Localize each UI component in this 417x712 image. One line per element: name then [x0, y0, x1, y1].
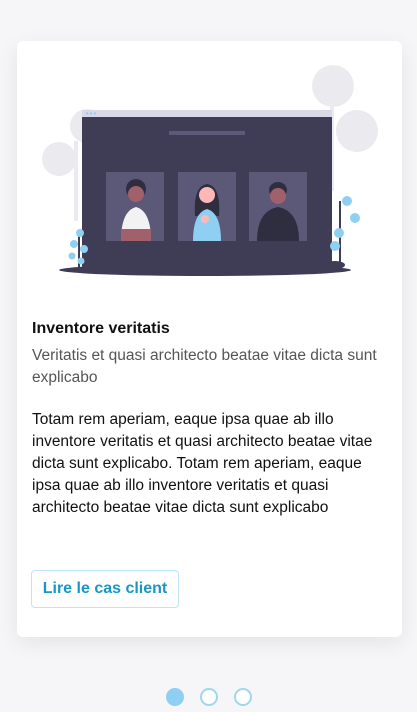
case-study-card: Inventore veritatis Veritatis et quasi a…: [17, 41, 402, 637]
card-title: Inventore veritatis: [32, 320, 170, 337]
carousel-dot-3[interactable]: [233, 688, 252, 706]
case-study-button[interactable]: Lire le cas client: [31, 570, 179, 608]
video-conference-illustration: [42, 65, 378, 276]
card-body: Totam rem aperiam, eaque ipsa quae ab il…: [32, 411, 373, 516]
card-subtitle: Veritatis et quasi architecto beatae vit…: [32, 347, 377, 386]
carousel-pagination: [0, 688, 417, 706]
carousel-dot-1[interactable]: [165, 688, 184, 706]
carousel-dot-2[interactable]: [199, 688, 218, 706]
